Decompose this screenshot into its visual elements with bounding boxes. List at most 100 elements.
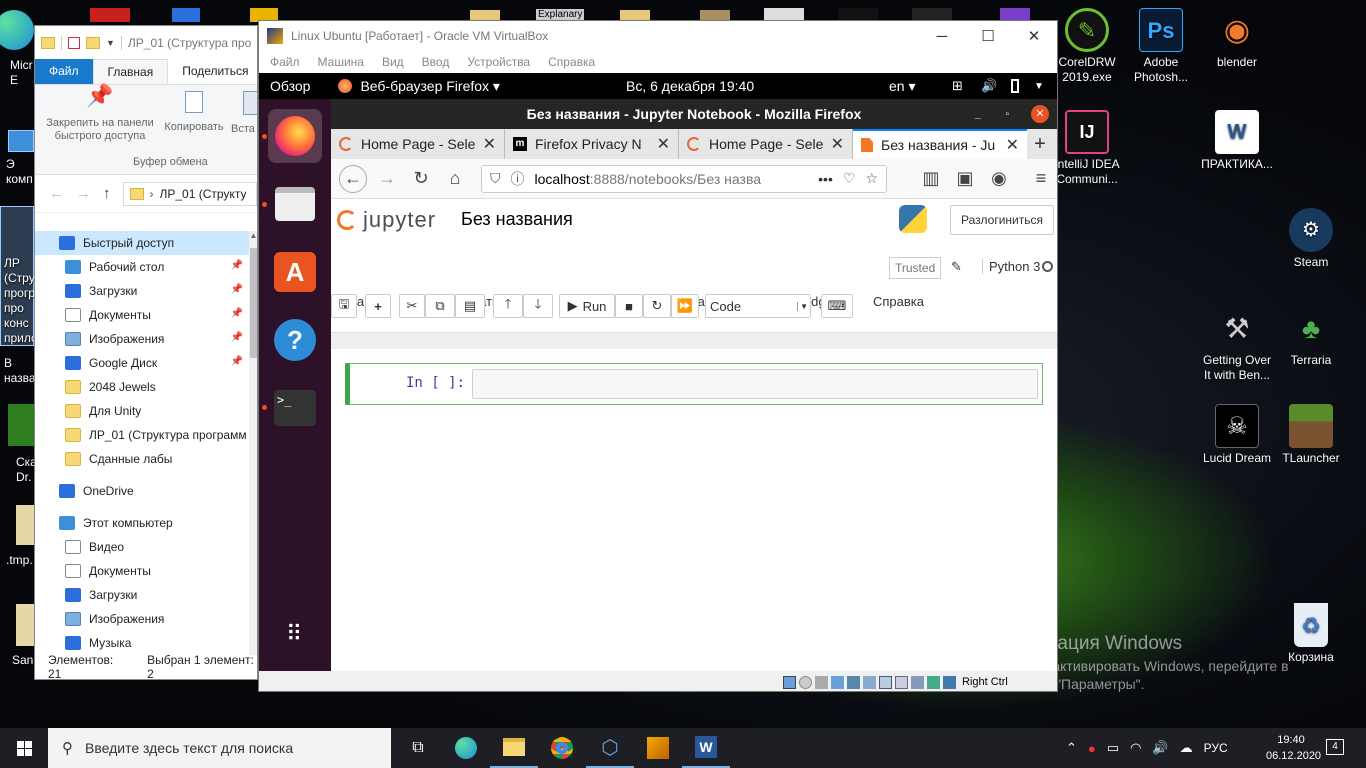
cut-button[interactable]: ✂ bbox=[399, 294, 425, 318]
close-icon[interactable]: ✕ bbox=[1011, 21, 1057, 51]
cell-type-select[interactable]: Code ▼ bbox=[705, 294, 811, 318]
hdd-icon[interactable] bbox=[783, 675, 796, 689]
dock-firefox[interactable] bbox=[268, 109, 322, 163]
battery-icon[interactable] bbox=[1011, 79, 1019, 93]
edge-icon[interactable] bbox=[442, 728, 490, 768]
vbox-menu-item[interactable]: Справка bbox=[548, 55, 595, 69]
mouse-integration-icon[interactable] bbox=[927, 675, 940, 689]
edit-pencil-icon[interactable]: ✎ bbox=[951, 259, 962, 275]
wifi-icon[interactable]: ◠ bbox=[1130, 740, 1141, 756]
vbox-menu-item[interactable]: Ввод bbox=[422, 55, 450, 69]
cell-input[interactable] bbox=[472, 369, 1038, 399]
back-icon[interactable]: ← bbox=[49, 185, 64, 202]
page-info-icon[interactable]: ⓘ bbox=[511, 169, 525, 189]
home-icon[interactable]: ⌂ bbox=[441, 165, 469, 193]
ribbon-tab-share[interactable]: Поделиться bbox=[168, 59, 257, 84]
shared-folders-icon[interactable] bbox=[863, 675, 876, 689]
steam-desktop-icon[interactable]: ⚙ Steam bbox=[1272, 208, 1350, 270]
volume-icon[interactable]: 🔊 bbox=[981, 78, 997, 94]
system-menu-icon[interactable]: ▼ bbox=[1034, 81, 1044, 92]
file-explorer-icon[interactable] bbox=[490, 728, 538, 768]
properties-icon[interactable] bbox=[68, 36, 80, 49]
logout-button[interactable]: Разлогиниться bbox=[950, 205, 1054, 235]
new-tab-icon[interactable]: + bbox=[1027, 129, 1053, 159]
intellij-desktop-icon[interactable]: IJ IntelliJ IDEA Communi... bbox=[1048, 110, 1126, 187]
sidebar-icon[interactable]: ▣ bbox=[951, 165, 979, 193]
up-icon[interactable]: ↑ bbox=[103, 185, 111, 202]
virtualbox-taskbar-icon[interactable]: ⬡ bbox=[586, 728, 634, 768]
forward-icon[interactable]: → bbox=[76, 185, 91, 202]
word-taskbar-icon[interactable]: W bbox=[682, 728, 730, 768]
dock-help[interactable]: ? bbox=[268, 313, 322, 367]
vbox-menu-item[interactable]: Вид bbox=[382, 55, 404, 69]
network-icon[interactable] bbox=[831, 675, 844, 689]
insert-cell-button[interactable]: + bbox=[365, 294, 391, 318]
taskbar-clock[interactable]: 19:40 06.12.2020 bbox=[1266, 732, 1321, 764]
restore-icon[interactable]: ▫ bbox=[1005, 109, 1009, 120]
chevron-up-icon[interactable]: ⌃ bbox=[1066, 740, 1077, 756]
video-capture-icon[interactable] bbox=[895, 675, 908, 689]
reload-icon[interactable]: ↻ bbox=[407, 165, 435, 193]
quick-access-dropdown-icon[interactable]: ▼ bbox=[106, 38, 115, 48]
vbox-menu-item[interactable]: Файл bbox=[270, 55, 300, 69]
dock-software[interactable]: A bbox=[268, 245, 322, 299]
jupyter-menu-item[interactable]: Справка bbox=[873, 294, 924, 309]
word-doc-desktop-icon[interactable]: W ПРАКТИКА... bbox=[1198, 110, 1276, 172]
tree-item[interactable]: Загрузки 📌 bbox=[35, 279, 249, 303]
minimize-icon[interactable]: _ bbox=[975, 108, 981, 120]
vbox-menu-item[interactable]: Машина bbox=[318, 55, 364, 69]
close-tab-icon[interactable]: ✕ bbox=[831, 134, 844, 154]
search-box[interactable]: ⚲ Введите здесь текст для поиска bbox=[48, 728, 391, 768]
app-menu[interactable]: Веб-браузер Firefox ▾ bbox=[360, 78, 500, 95]
tree-item[interactable]: Этот компьютер bbox=[35, 511, 249, 535]
chrome-icon[interactable] bbox=[538, 728, 586, 768]
scroll-up-icon[interactable]: ▲ bbox=[249, 231, 257, 240]
tree-item[interactable]: Документы bbox=[35, 559, 249, 583]
library-icon[interactable]: ▥ bbox=[917, 165, 945, 193]
action-center-icon[interactable]: 4 bbox=[1326, 739, 1344, 755]
code-cell[interactable]: In [ ]: bbox=[345, 363, 1043, 405]
new-folder-icon[interactable] bbox=[86, 36, 100, 49]
volume-icon[interactable]: 🔊 bbox=[1152, 740, 1168, 756]
move-down-button[interactable]: 🡓 bbox=[523, 294, 553, 318]
tree-item[interactable]: 2048 Jewels bbox=[35, 375, 249, 399]
restart-button[interactable]: ↻ bbox=[643, 294, 671, 318]
tree-item[interactable]: OneDrive bbox=[35, 479, 249, 503]
audio-icon[interactable] bbox=[815, 675, 828, 689]
app-desktop-icon[interactable] bbox=[90, 8, 130, 22]
browser-tab[interactable]: Home Page - Sele ✕ bbox=[679, 129, 853, 159]
ribbon-tab-file[interactable]: Файл bbox=[35, 59, 93, 84]
optical-drive-icon[interactable] bbox=[799, 675, 812, 689]
clock[interactable]: Вс, 6 декабря 19:40 bbox=[626, 78, 754, 94]
close-tab-icon[interactable]: ✕ bbox=[657, 134, 670, 154]
task-view-icon[interactable]: ⧉ bbox=[394, 728, 442, 768]
url-bar[interactable]: ⛉ ⓘ localhost:8888/notebooks/Без назва •… bbox=[481, 164, 887, 193]
browser-tab[interactable]: Home Page - Sele ✕ bbox=[331, 129, 505, 159]
tree-item[interactable]: Сданные лабы bbox=[35, 447, 249, 471]
activities-button[interactable]: Обзор bbox=[270, 78, 310, 94]
tree-item[interactable]: Изображения bbox=[35, 607, 249, 631]
paste-button[interactable]: Вста bbox=[231, 89, 257, 135]
ribbon-tab-home[interactable]: Главная bbox=[92, 59, 169, 84]
trusted-indicator[interactable]: Trusted bbox=[889, 257, 942, 279]
page-actions-icon[interactable]: ••• bbox=[818, 171, 833, 187]
copy-button[interactable]: Копировать bbox=[159, 89, 229, 133]
close-tab-icon[interactable]: ✕ bbox=[483, 134, 496, 154]
terraria-desktop-icon[interactable]: ♣ Terraria bbox=[1272, 306, 1350, 368]
document-desktop-icon[interactable] bbox=[172, 8, 200, 22]
network-icon[interactable]: ⊞ bbox=[952, 78, 963, 94]
tree-item[interactable]: Google Диск 📌 bbox=[35, 351, 249, 375]
maximize-icon[interactable]: ☐ bbox=[965, 21, 1011, 51]
close-icon[interactable]: ✕ bbox=[1031, 105, 1049, 123]
run-button[interactable]: ▶ Run bbox=[559, 294, 615, 318]
paste-cell-button[interactable]: ▤ bbox=[455, 294, 485, 318]
tree-item[interactable]: Музыка bbox=[35, 631, 249, 655]
vbox-menu-item[interactable]: Устройства bbox=[467, 55, 530, 69]
browser-tab[interactable]: Без названия - Ju ✕ bbox=[853, 129, 1027, 159]
getting-over-it-desktop-icon[interactable]: ⚒ Getting Over It with Ben... bbox=[1198, 306, 1276, 383]
tree-item[interactable]: Рабочий стол 📌 bbox=[35, 255, 249, 279]
jupyter-logo[interactable]: jupyter bbox=[337, 207, 436, 233]
photoshop-desktop-icon[interactable]: Ps Adobe Photosh... bbox=[1122, 8, 1200, 85]
tree-item[interactable]: Изображения 📌 bbox=[35, 327, 249, 351]
file-desktop-icon[interactable] bbox=[16, 505, 34, 545]
